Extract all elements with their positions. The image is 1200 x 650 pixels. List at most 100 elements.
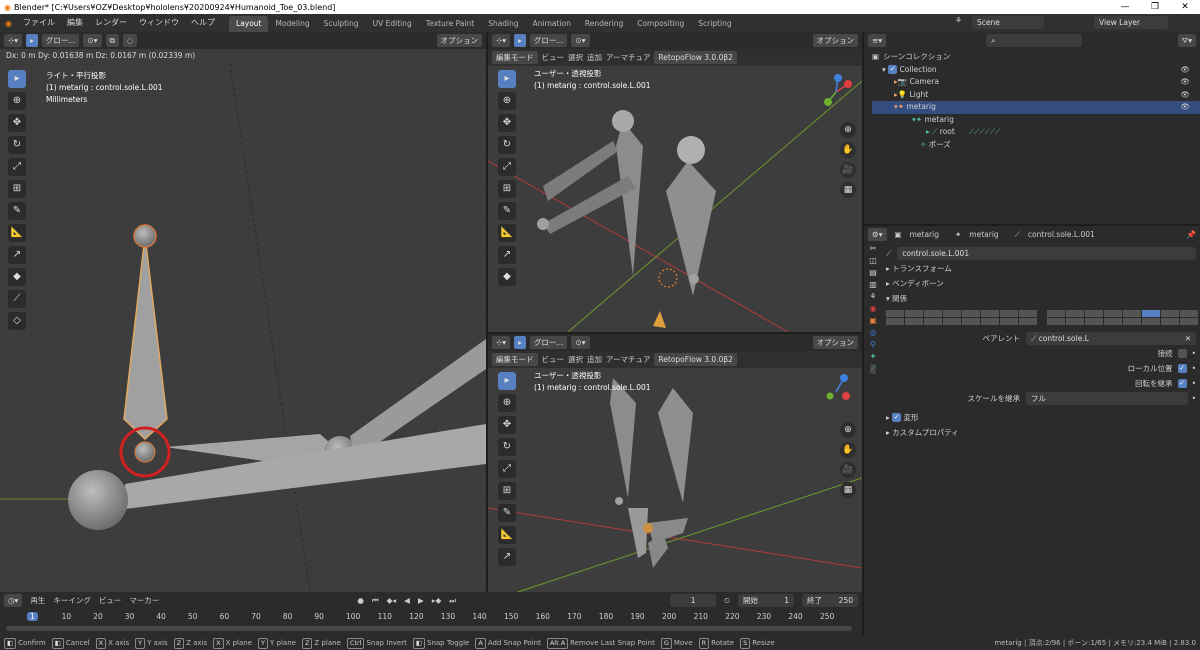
grid-view-icon[interactable]: ▦ (840, 482, 856, 498)
eye-icon[interactable]: 👁 (1180, 101, 1190, 114)
bone-tab-icon[interactable]: ⟋ (870, 364, 876, 374)
breadcrumb-armature[interactable]: metarig (969, 230, 998, 239)
menu-select[interactable]: 選択 (568, 52, 583, 63)
extrude-tool-icon[interactable]: ⟋ (8, 290, 26, 308)
move-tool-icon[interactable]: ✥ (8, 114, 26, 132)
clock-icon[interactable]: ⏲ (724, 596, 730, 606)
tab-scripting[interactable]: Scripting (691, 16, 738, 32)
tab-compositing[interactable]: Compositing (630, 16, 691, 32)
menu-window[interactable]: ウィンドウ (133, 14, 185, 32)
transform-orientation-dropdown[interactable]: グロー... (41, 34, 80, 47)
bone-joint[interactable] (677, 136, 705, 164)
retopoflow-button[interactable]: RetopoFlow 3.0.0β2 (654, 51, 737, 64)
armature-data-tab-icon[interactable]: ✦ (870, 352, 877, 361)
menu-view[interactable]: ビュー (99, 595, 122, 606)
navigation-gizmo[interactable] (816, 72, 856, 112)
menu-render[interactable]: レンダー (89, 14, 133, 32)
bone-joint[interactable] (689, 274, 699, 284)
menu-keying[interactable]: キーイング (53, 595, 91, 606)
current-frame-field[interactable]: 1 (670, 594, 717, 607)
pan-hand-icon[interactable]: ✋ (840, 142, 856, 158)
scale-tool-icon[interactable]: ⤢ (8, 158, 26, 176)
play-icon[interactable]: ▶ (418, 596, 424, 605)
measure-tool-icon[interactable]: 📐 (498, 526, 516, 544)
options-dropdown[interactable]: オプション (812, 34, 858, 47)
roll-tool-icon[interactable]: ↗ (498, 246, 516, 264)
options-dropdown[interactable]: オプション (436, 34, 482, 47)
parent-field[interactable]: ⟋ control.sole.L ✕ (1026, 332, 1196, 345)
select-box-button[interactable]: ▸ (26, 34, 38, 47)
pivot-icon[interactable]: ⊙▾ (571, 336, 590, 349)
outliner-row-collection[interactable]: ▾ ✓ Collection 👁 (872, 64, 1200, 77)
bone-joint[interactable] (612, 110, 634, 132)
select-tool-icon[interactable]: ▸ (498, 372, 516, 390)
tab-layout[interactable]: Layout (228, 16, 269, 32)
annotate-tool-icon[interactable]: ✎ (498, 504, 516, 522)
bone-left-leg[interactable] (610, 378, 636, 498)
bone-head-joint[interactable] (133, 224, 157, 248)
tab-texture-paint[interactable]: Texture Paint (419, 16, 481, 32)
rotate-tool-icon[interactable]: ↻ (498, 136, 516, 154)
proportional-edit-icon[interactable]: ◌ (122, 34, 138, 47)
editor-type-button[interactable]: ⊹▾ (492, 34, 511, 47)
menu-marker[interactable]: マーカー (129, 595, 159, 606)
roll-tool-icon[interactable]: ↗ (498, 548, 516, 566)
cursor-tool-icon[interactable]: ⊕ (8, 92, 26, 110)
retopoflow-button[interactable]: RetopoFlow 3.0.0β2 (654, 353, 737, 366)
bone-foot[interactable] (628, 508, 648, 558)
inherit-rotation-checkbox[interactable]: ✓ (1177, 379, 1187, 388)
cursor-tool-icon[interactable]: ⊕ (498, 92, 516, 110)
scale-tool-icon[interactable]: ⤢ (498, 460, 516, 478)
blender-menu-icon[interactable]: ◉ (0, 19, 17, 28)
transform-tool-icon[interactable]: ⊞ (498, 482, 516, 500)
keyframe-dot-icon[interactable]: • (1192, 346, 1196, 361)
keyframe-dot-icon[interactable]: • (1192, 361, 1196, 376)
view-layer-tab-icon[interactable]: ▥ (869, 280, 877, 289)
jump-start-icon[interactable]: ⏮ (372, 596, 379, 606)
editor-type-button[interactable]: ⊹▾ (4, 34, 23, 47)
cursor-tool-icon[interactable]: ⊕ (498, 394, 516, 412)
section-relations[interactable]: ▾ 関係 (886, 291, 1196, 306)
bone-ankle-joint[interactable] (68, 470, 128, 530)
bone-joint[interactable] (537, 218, 549, 230)
local-location-checkbox[interactable]: ✓ (1177, 364, 1187, 373)
timeline-scrollbar[interactable] (6, 626, 852, 631)
pin-icon[interactable]: 📌 (1187, 230, 1196, 239)
menu-armature[interactable]: アーマチュア (606, 52, 650, 63)
zoom-icon[interactable]: ⊕ (840, 122, 856, 138)
jump-end-icon[interactable]: ⏭ (449, 596, 456, 606)
menu-view[interactable]: ビュー (542, 52, 565, 63)
section-deform[interactable]: ▸ ✓ 変形 (886, 410, 1196, 425)
selected-joint[interactable] (658, 268, 678, 288)
select-tool-icon[interactable]: ▸ (498, 70, 516, 88)
world-tab-icon[interactable]: ◉ (870, 304, 877, 313)
transform-orientation-dropdown[interactable]: グロー... (529, 34, 568, 47)
bone-upper-left[interactable] (616, 121, 643, 276)
outliner-row-light[interactable]: ▸💡 Light 👁 (872, 89, 1200, 102)
expand-arrow-icon[interactable]: ▾ (882, 64, 886, 77)
view-layer-selector[interactable]: View Layer (1094, 16, 1168, 29)
roll-tool-icon[interactable]: ↗ (8, 246, 26, 264)
pivot-icon[interactable]: ⊙▾ (571, 34, 590, 47)
eye-icon[interactable]: 👁 (1180, 76, 1190, 89)
bone-tail-joint[interactable] (134, 441, 156, 463)
tab-shading[interactable]: Shading (481, 16, 525, 32)
section-custom-properties[interactable]: ▸ カスタムプロパティ (886, 425, 1196, 440)
navigation-gizmo[interactable] (816, 372, 856, 412)
deform-checkbox[interactable]: ✓ (892, 413, 902, 422)
bone-name-field[interactable]: control.sole.L.001 (897, 247, 1196, 260)
menu-add[interactable]: 追加 (587, 52, 602, 63)
editor-type-button[interactable]: ⊹▾ (492, 336, 511, 349)
mode-dropdown[interactable]: 編集モード (492, 51, 538, 64)
scene-icon[interactable]: ⚘ (955, 16, 962, 25)
viewport-top-right[interactable]: ⊹▾ ▸ グロー... ⊙▾ オプション 編集モード ビュー 選択 追加 アーマ… (488, 32, 862, 332)
move-tool-icon[interactable]: ✥ (498, 114, 516, 132)
outliner-row-pose[interactable]: ✧ ポーズ (872, 139, 1200, 152)
close-icon[interactable]: ✕ (1170, 0, 1200, 14)
tab-modeling[interactable]: Modeling (268, 16, 316, 32)
record-icon[interactable]: ● (357, 596, 364, 605)
bone-joint[interactable] (615, 497, 623, 505)
filter-icon[interactable]: ⛛▾ (1177, 34, 1196, 47)
tab-uv-editing[interactable]: UV Editing (366, 16, 419, 32)
pivot-icon[interactable]: ⊙▾ (83, 34, 102, 47)
